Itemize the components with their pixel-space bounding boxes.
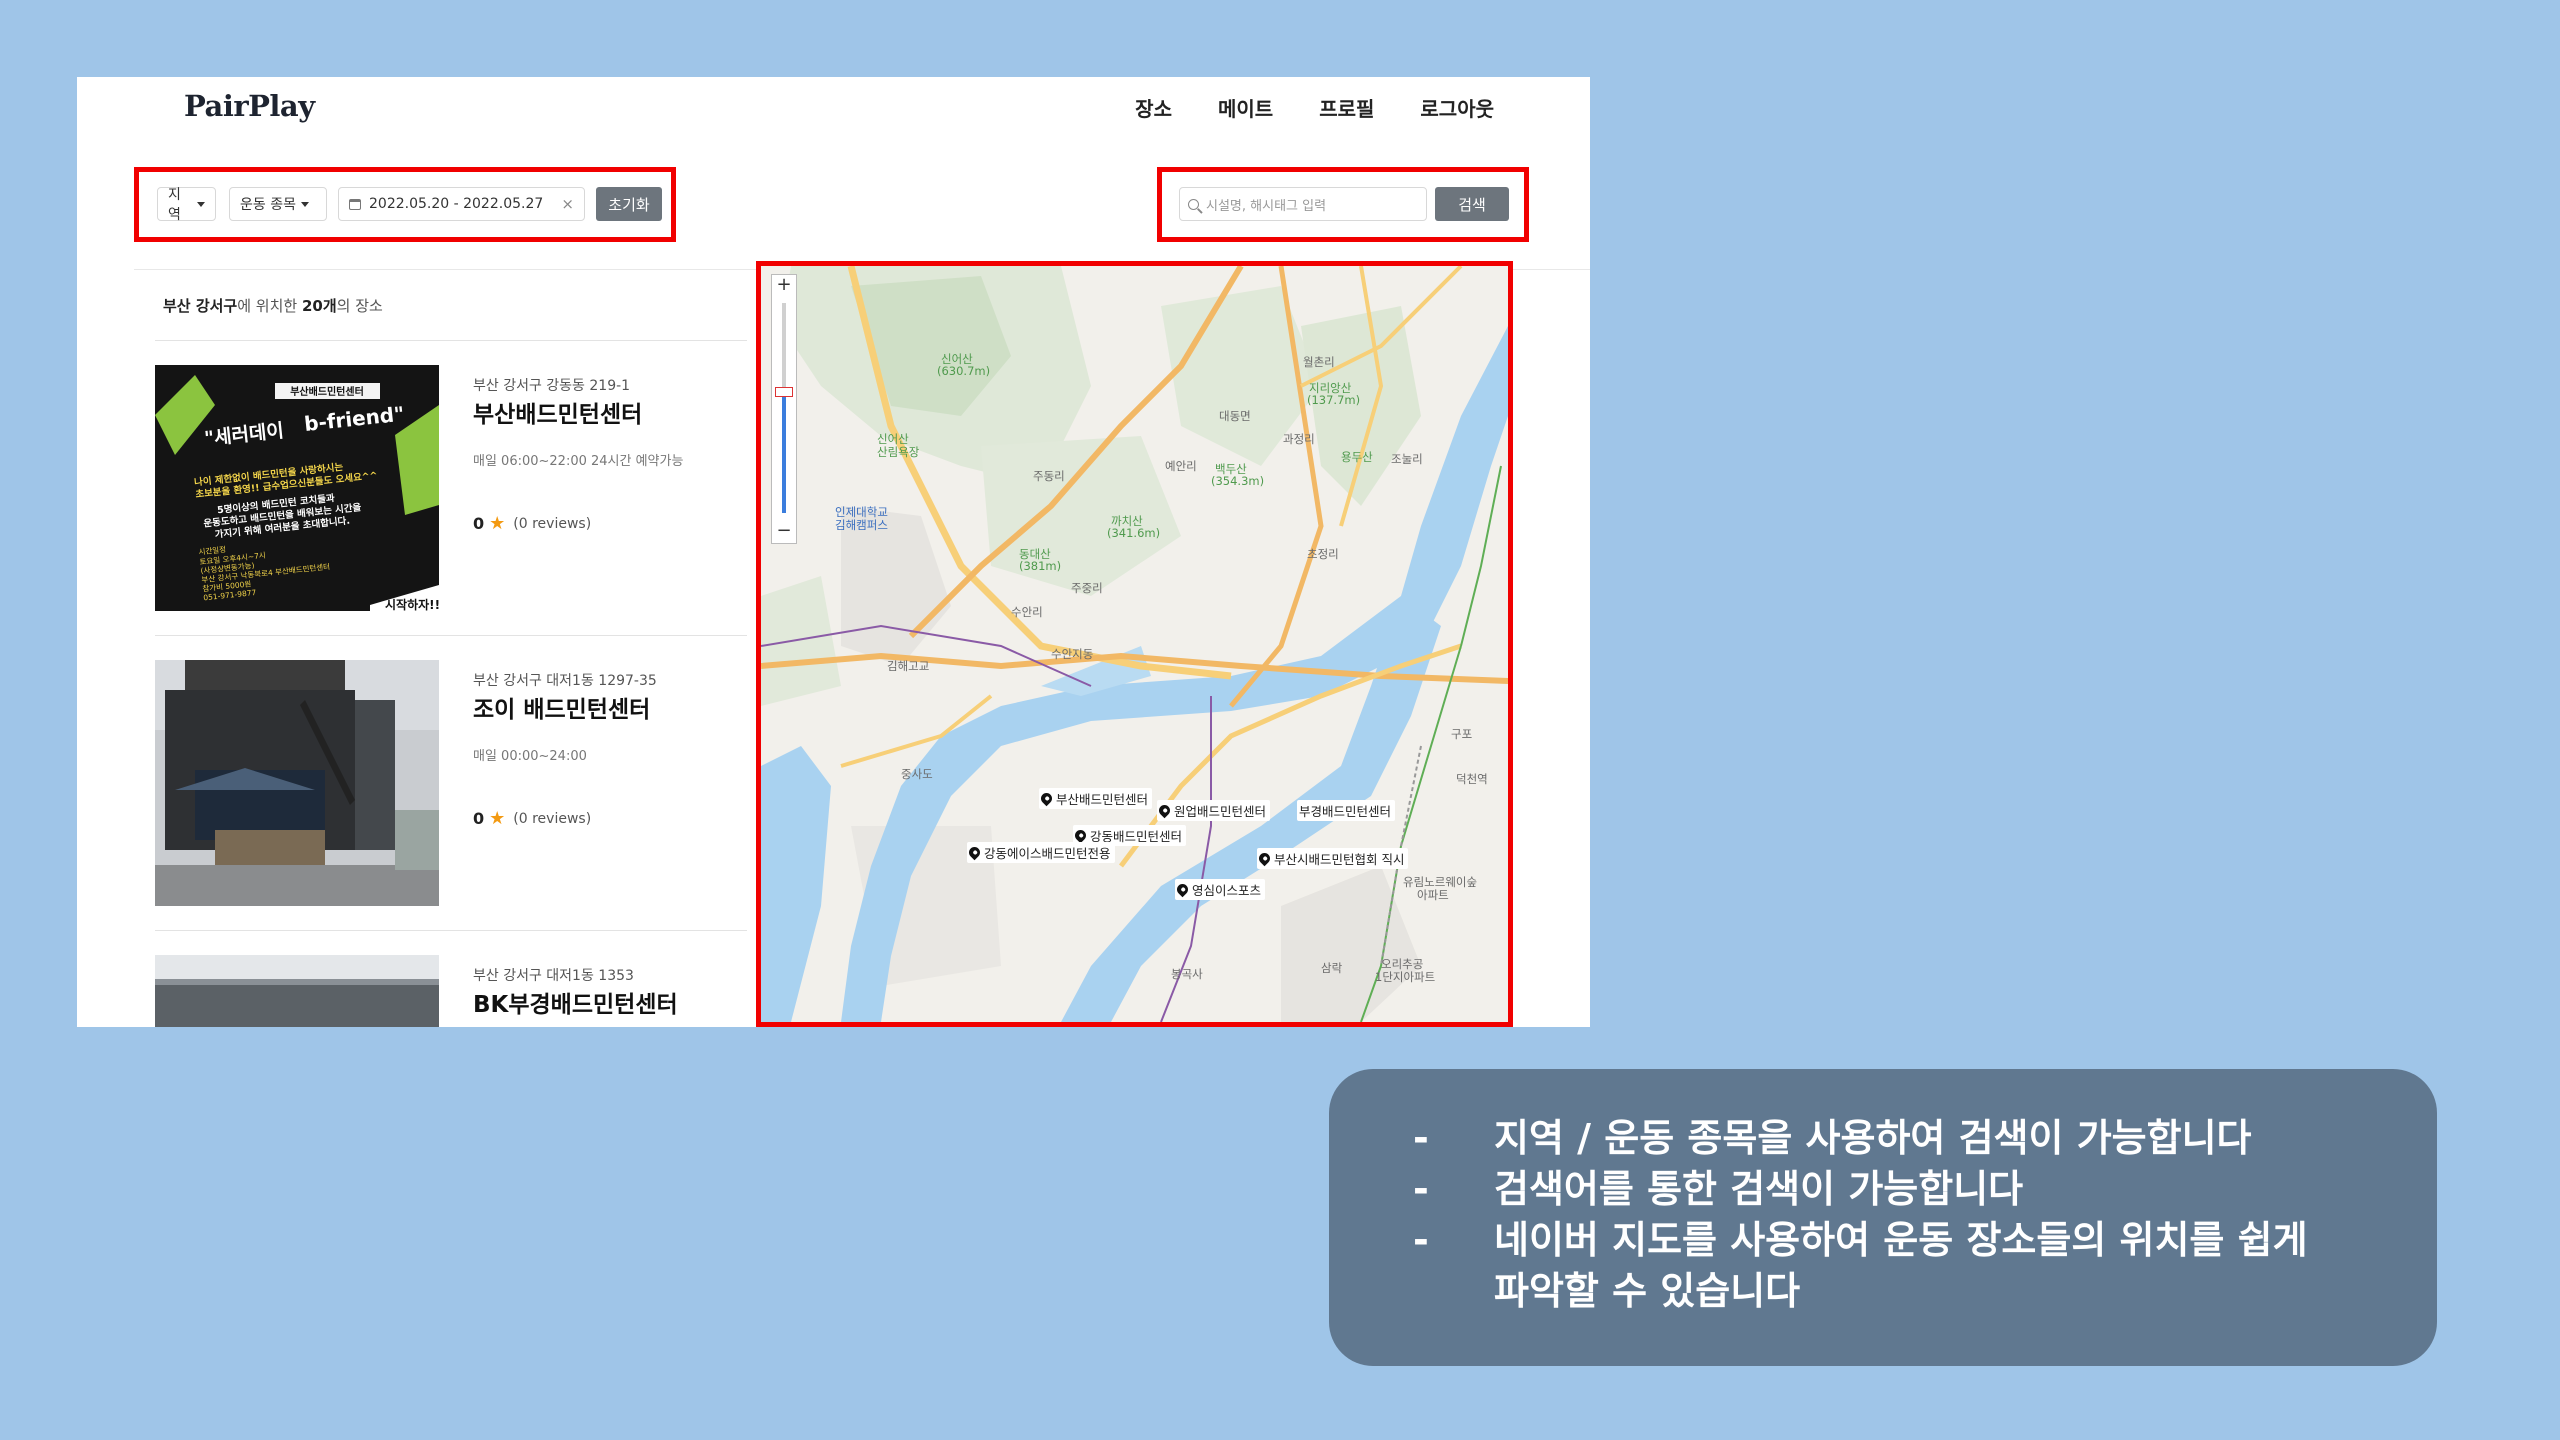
place-card[interactable]: 부산배드민턴센터 "세러데이 b-friend" 나이 제한없이 배드민턴을 사… [155,365,813,611]
chevron-down-icon [300,201,309,207]
clear-date-icon[interactable]: × [561,195,574,213]
result-summary: 부산 강서구에 위치한 20개의 장소 [163,295,383,316]
place-rating: 0 ★ (0 reviews) [473,513,591,534]
search-placeholder: 시설명, 해시태그 입력 [1206,198,1327,214]
review-count: (0 reviews) [513,810,592,827]
chevron-down-icon [197,201,205,207]
place-photo [155,955,439,1027]
sport-dropdown-label: 운동 종목 [240,197,296,213]
card-divider [155,930,747,931]
place-hours: 매일 06:00~22:00 24시간 예약가능 [473,454,684,469]
sport-dropdown[interactable]: 운동 종목 [229,187,327,221]
place-thumbnail[interactable] [155,660,439,906]
date-range-value: 2022.05.20 - 2022.05.27 [369,196,544,212]
place-address: 부산 강서구 대저1동 1297-35 [473,673,657,689]
summary-count: 20개 [301,297,337,315]
place-poster-image: 부산배드민턴센터 "세러데이 b-friend" 나이 제한없이 배드민턴을 사… [155,365,439,611]
feature-note-box: 지역 / 운동 종목을 사용하여 검색이 가능합니다 검색어를 통한 검색이 가… [1329,1069,2437,1366]
place-name[interactable]: 조이 배드민턴센터 [473,690,650,724]
place-name[interactable]: 부산배드민턴센터 [473,395,642,429]
nav-places[interactable]: 장소 [1135,93,1172,122]
card-divider [155,340,747,341]
feature-list: 지역 / 운동 종목을 사용하여 검색이 가능합니다 검색어를 통한 검색이 가… [1409,1113,2354,1317]
summary-text: 에 위치한 [237,297,302,315]
place-rating: 0 ★ (0 reviews) [473,808,591,829]
place-card[interactable]: 부산 강서구 대저1동 1353 BK부경배드민턴센터 [155,955,813,1027]
place-address: 부산 강서구 강동동 219-1 [473,378,631,394]
app-window: PairPlay 장소 메이트 프로필 로그아웃 지역 운동 종목 2022.0… [77,77,1590,1027]
card-divider [155,635,747,636]
top-nav: 장소 메이트 프로필 로그아웃 [1135,93,1494,122]
place-thumbnail[interactable] [155,955,439,1027]
star-icon: ★ [489,513,506,534]
feature-item: 검색어를 통한 검색이 가능합니다 [1409,1164,2354,1215]
search-button[interactable]: 검색 [1435,187,1509,221]
place-hours: 매일 00:00~24:00 [473,749,587,764]
summary-region: 부산 강서구 [163,297,238,315]
region-dropdown[interactable]: 지역 [157,187,216,223]
place-address: 부산 강서구 대저1동 1353 [473,968,634,984]
place-thumbnail[interactable]: 부산배드민턴센터 "세러데이 b-friend" 나이 제한없이 배드민턴을 사… [155,365,439,611]
region-dropdown-label: 지역 [168,187,181,223]
calendar-icon [349,198,361,210]
search-input[interactable]: 시설명, 해시태그 입력 [1179,187,1427,221]
place-card[interactable]: 부산 강서구 대저1동 1297-35 조이 배드민턴센터 매일 00:00~2… [155,660,813,906]
rating-value: 0 [473,809,485,828]
star-icon: ★ [489,808,506,829]
rating-value: 0 [473,514,485,533]
nav-logout[interactable]: 로그아웃 [1420,93,1494,122]
search-icon [1188,198,1199,210]
place-photo [155,660,439,906]
app-logo[interactable]: PairPlay [184,89,315,123]
review-count: (0 reviews) [513,515,592,532]
feature-item: 네이버 지도를 사용하여 운동 장소들의 위치를 쉽게 파악할 수 있습니다 [1409,1215,2354,1317]
reset-button[interactable]: 초기화 [596,187,662,221]
place-name[interactable]: BK부경배드민턴센터 [473,985,678,1019]
feature-item: 지역 / 운동 종목을 사용하여 검색이 가능합니다 [1409,1113,2354,1164]
nav-mate[interactable]: 메이트 [1218,93,1273,122]
svg-text:부산배드민턴센터: 부산배드민턴센터 [290,385,364,398]
svg-text:시작하자!!: 시작하자!! [385,597,439,611]
nav-profile[interactable]: 프로필 [1319,93,1374,122]
map-highlight-box [756,261,1513,1027]
summary-text-end: 의 장소 [336,297,383,315]
date-range-picker[interactable]: 2022.05.20 - 2022.05.27 × [338,187,585,221]
